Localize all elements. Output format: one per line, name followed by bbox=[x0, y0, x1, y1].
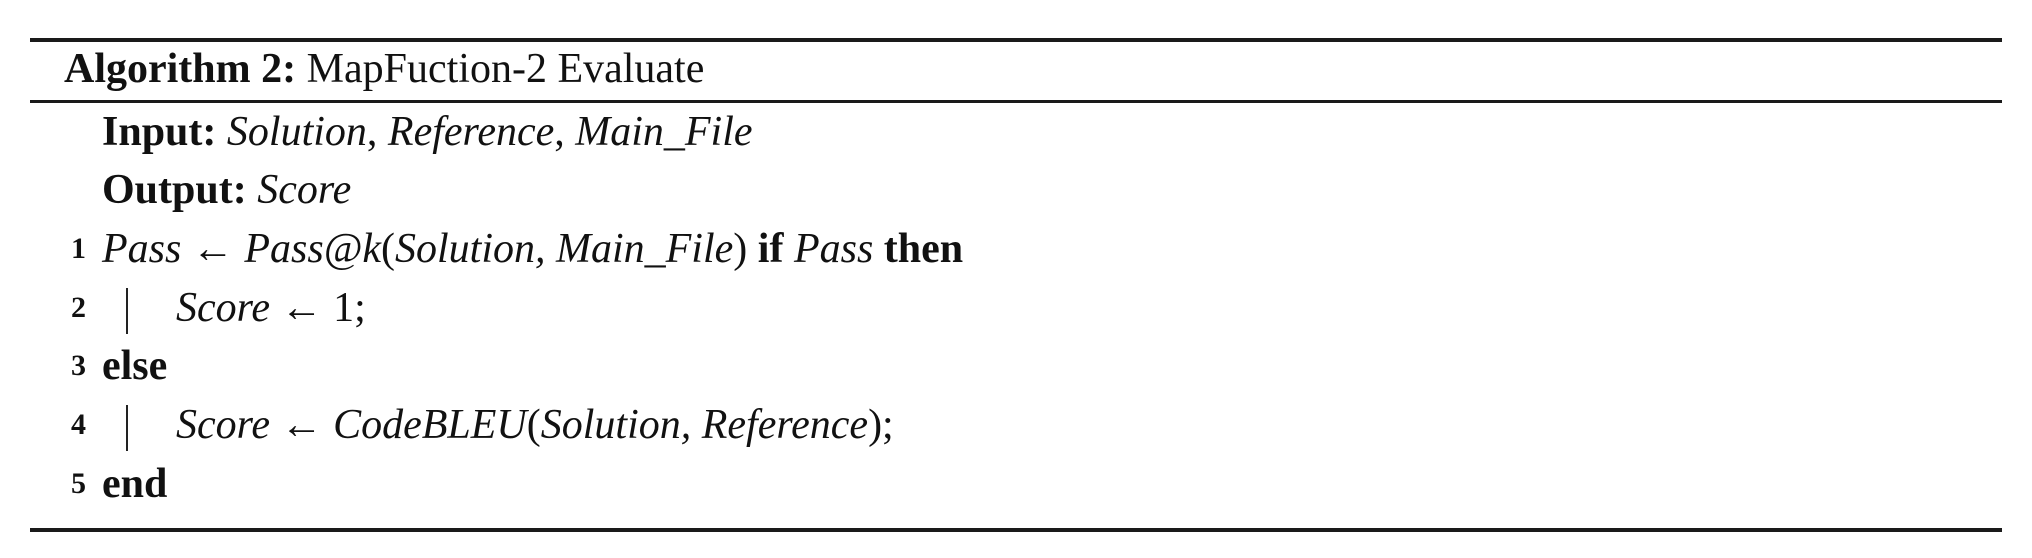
function-args: Solution, Reference bbox=[540, 402, 869, 448]
caption-rule bbox=[30, 100, 2002, 103]
assign-arrow: ← bbox=[280, 285, 323, 331]
top-rule bbox=[30, 38, 2002, 42]
output-label: Output: bbox=[102, 167, 247, 213]
keyword-if: if bbox=[757, 226, 784, 272]
input-reference: Reference bbox=[387, 109, 555, 155]
statement-end: ); bbox=[868, 402, 894, 448]
condition-pass: Pass bbox=[793, 226, 874, 272]
function-pass-at-k: Pass@k bbox=[244, 226, 381, 272]
line-number: 2 bbox=[71, 291, 86, 324]
assigned-value: 1; bbox=[333, 285, 366, 331]
assign-arrow: ← bbox=[191, 226, 234, 272]
block-indent-bar bbox=[126, 288, 128, 334]
line-number: 4 bbox=[71, 408, 86, 441]
algorithm-title: MapFuction-2 Evaluate bbox=[306, 46, 705, 92]
variable-score: Score bbox=[176, 402, 271, 448]
line-number: 5 bbox=[71, 467, 86, 500]
assign-arrow: ← bbox=[280, 402, 323, 448]
block-indent-bar bbox=[126, 405, 128, 451]
keyword-then: then bbox=[883, 226, 964, 272]
algorithm-label: Algorithm 2: bbox=[64, 46, 297, 92]
input-main-file: Main_File bbox=[575, 109, 753, 155]
input-label: Input: bbox=[102, 109, 217, 155]
keyword-end: end bbox=[102, 461, 168, 507]
keyword-else: else bbox=[102, 343, 168, 389]
function-codebleu: CodeBLEU bbox=[333, 402, 527, 448]
output-score: Score bbox=[257, 167, 352, 213]
variable-score: Score bbox=[176, 285, 271, 331]
line-number: 3 bbox=[71, 349, 86, 382]
variable-pass: Pass bbox=[102, 226, 182, 272]
input-solution: Solution bbox=[226, 109, 367, 155]
line-number: 1 bbox=[71, 232, 86, 265]
function-args: Solution, Main_File bbox=[394, 226, 734, 272]
algorithm-caption: Algorithm 2: MapFuction-2 Evaluate bbox=[64, 43, 704, 95]
bottom-rule bbox=[30, 528, 2002, 532]
